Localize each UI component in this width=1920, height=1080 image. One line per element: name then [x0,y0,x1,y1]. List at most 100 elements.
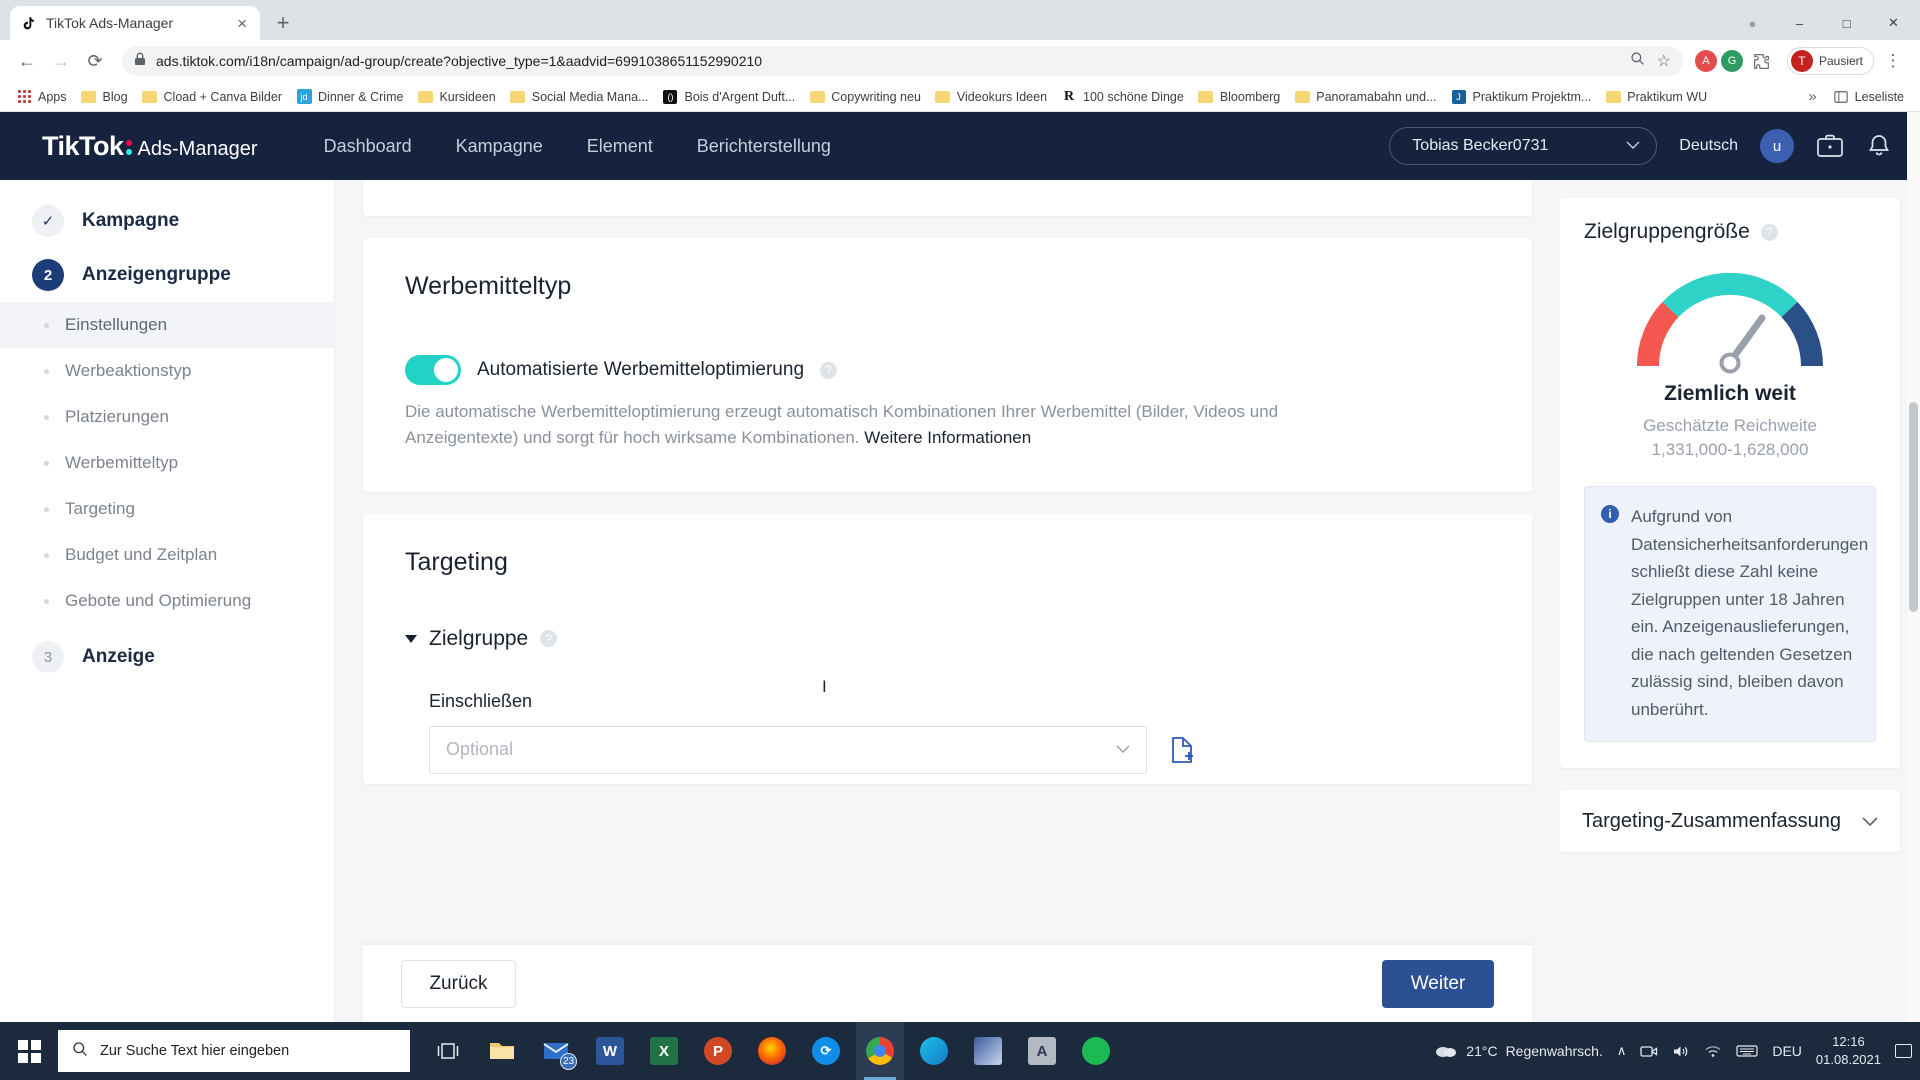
bookmark-label: Videokurs Ideen [956,89,1048,104]
nav-item-berichterstellung[interactable]: Berichterstellung [697,136,831,157]
bookmark-star-icon[interactable]: ☆ [1657,51,1671,71]
step-anzeigengruppe[interactable]: 2 Anzeigengruppe [0,248,334,302]
next-button[interactable]: Weiter [1382,959,1494,1008]
page-body: ✓ Kampagne 2 Anzeigengruppe Einstellunge… [0,180,1920,1022]
einschliessen-select[interactable]: Optional [429,725,1147,774]
bookmark-social-media[interactable]: Social Media Mana... [504,86,655,108]
new-tab-button[interactable]: + [266,6,300,40]
keyboard-icon[interactable] [1736,1044,1758,1058]
chevron-down-icon[interactable] [1862,810,1878,833]
bookmark-praktikum-projekt[interactable]: J Praktikum Projektm... [1445,86,1598,108]
camera-icon[interactable] [1640,1044,1658,1058]
step-kampagne[interactable]: ✓ Kampagne [0,194,334,248]
upload-file-icon[interactable] [1169,736,1195,764]
account-selector[interactable]: Tobias Becker0731 [1389,127,1658,165]
nav-item-kampagne[interactable]: Kampagne [456,136,543,157]
browser-profile-chip[interactable]: T Pausiert [1786,47,1874,75]
targeting-summary-card[interactable]: Targeting-Zusammenfassung [1560,790,1900,853]
browser-menu-icon[interactable]: ⋮ [1878,46,1908,76]
edge-icon[interactable] [910,1022,958,1080]
briefcase-icon[interactable] [1816,133,1844,159]
extension-icon-1[interactable]: A [1694,50,1717,72]
close-icon[interactable]: × [234,15,250,32]
record-icon[interactable]: ● [1730,6,1775,40]
reading-list-button[interactable]: Leseliste [1827,86,1910,108]
lock-icon [134,52,146,71]
powerpoint-icon[interactable]: P [694,1022,742,1080]
bookmarks-overflow-button[interactable]: » [1808,88,1816,105]
sidebar-item-targeting[interactable]: Targeting [0,486,334,532]
language-indicator[interactable]: DEU [1772,1043,1802,1059]
extension-icon-2[interactable]: G [1720,50,1743,72]
more-info-link[interactable]: Weitere Informationen [864,428,1031,447]
question-icon[interactable]: ? [540,630,558,648]
bookmark-cload-canva[interactable]: Cload + Canva Bilder [136,86,288,108]
show-hidden-icons-button[interactable]: ∧ [1617,1043,1627,1059]
word-icon[interactable]: W [586,1022,634,1080]
sidebar-item-budget-zeitplan[interactable]: Budget und Zeitplan [0,532,334,578]
bookmark-100-schoene-dinge[interactable]: R 100 schöne Dinge [1055,86,1190,108]
address-bar[interactable]: ads.tiktok.com/i18n/campaign/ad-group/cr… [122,46,1683,76]
bookmark-apps[interactable]: Apps [10,86,73,108]
bookmark-copywriting[interactable]: Copywriting neu [803,86,927,108]
account-name: Tobias Becker0731 [1412,137,1549,154]
bookmark-label: Cload + Canva Bilder [163,89,283,104]
notification-icon[interactable] [1895,1044,1912,1058]
sidebar-item-einstellungen[interactable]: Einstellungen [0,302,334,348]
page-scrollbar[interactable] [1907,112,1920,1022]
weather-widget[interactable]: 21°C Regenwahrsch. [1434,1042,1603,1061]
zielgruppe-header[interactable]: Zielgruppe ? [405,627,1490,651]
chrome-icon[interactable] [856,1022,904,1080]
forward-button[interactable]: → [46,46,76,76]
bookmark-bloomberg[interactable]: Bloomberg [1192,86,1286,108]
bookmark-kursideen[interactable]: Kursideen [411,86,501,108]
sidebar-item-werbemitteltyp[interactable]: Werbemitteltyp [0,440,334,486]
photos-icon[interactable] [964,1022,1012,1080]
bookmark-praktikum-wu[interactable]: Praktikum WU [1599,86,1713,108]
sidebar-item-gebote-optimierung[interactable]: Gebote und Optimierung [0,578,334,624]
sidebar-item-platzierungen[interactable]: Platzierungen [0,394,334,440]
browser-tab[interactable]: TikTok Ads-Manager × [10,6,260,40]
volume-icon[interactable] [1672,1044,1690,1059]
sidebar-item-werbeaktionstyp[interactable]: Werbeaktionstyp [0,348,334,394]
tiktok-ads-logo[interactable]: TikTok Ads-Manager [22,131,258,162]
file-explorer-icon[interactable] [478,1022,526,1080]
caret-down-icon[interactable] [405,634,417,643]
navigation-bar: ← → ⟳ ads.tiktok.com/i18n/campaign/ad-gr… [0,40,1920,82]
scrollbar-thumb[interactable] [1909,402,1918,612]
task-view-icon[interactable] [424,1022,472,1080]
bookmark-videokurs[interactable]: Videokurs Ideen [929,86,1053,108]
search-icon[interactable] [1630,51,1645,71]
close-window-button[interactable]: ✕ [1871,6,1916,40]
reload-button[interactable]: ⟳ [80,46,110,76]
language-selector[interactable]: Deutsch [1679,137,1738,155]
nav-item-dashboard[interactable]: Dashboard [324,136,412,157]
user-avatar[interactable]: u [1760,129,1794,163]
nav-item-element[interactable]: Element [587,136,653,157]
extensions-puzzle-icon[interactable] [1747,46,1777,76]
excel-icon[interactable]: X [640,1022,688,1080]
acrobat-icon[interactable]: A [1018,1022,1066,1080]
maximize-button[interactable]: □ [1824,6,1869,40]
bookmark-blog[interactable]: Blog [75,86,134,108]
bookmark-panoramabahn[interactable]: Panoramabahn und... [1288,86,1442,108]
bell-icon[interactable] [1866,133,1892,159]
clock[interactable]: 12:16 01.08.2021 [1816,1033,1881,1068]
bookmark-bois-dargent[interactable]: () Bois d'Argent Duft... [656,86,801,108]
start-button[interactable] [0,1022,58,1080]
question-icon[interactable]: ? [1760,223,1778,241]
mail-icon[interactable]: 23 [532,1022,580,1080]
spotify-icon[interactable] [1072,1022,1120,1080]
back-button[interactable]: ← [12,46,42,76]
step-anzeige[interactable]: 3 Anzeige [0,630,334,684]
minimize-button[interactable]: – [1777,6,1822,40]
firefox-icon[interactable] [748,1022,796,1080]
teamviewer-icon[interactable]: ⟳ [802,1022,850,1080]
automated-creative-toggle[interactable] [405,355,461,385]
taskbar-search[interactable]: Zur Suche Text hier eingeben [58,1030,410,1072]
step-badge-3: 3 [32,641,64,673]
bookmark-dinner-crime[interactable]: jd Dinner & Crime [290,86,409,108]
wifi-icon[interactable] [1704,1044,1722,1058]
back-button[interactable]: Zurück [401,959,516,1008]
question-icon[interactable]: ? [820,361,838,379]
